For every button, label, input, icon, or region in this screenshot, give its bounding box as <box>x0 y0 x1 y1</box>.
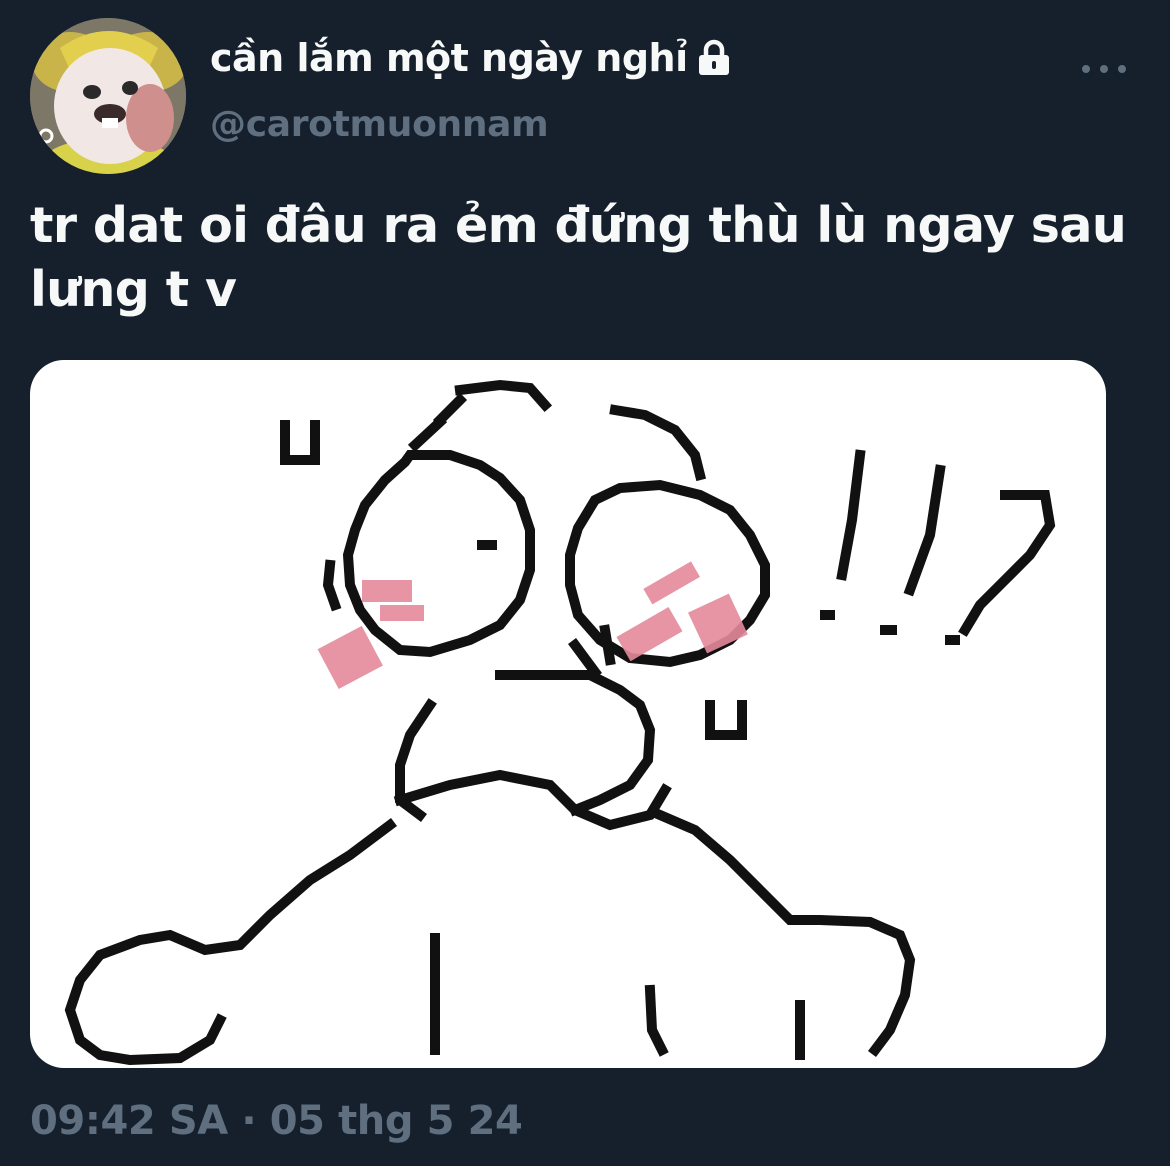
tweet-date[interactable]: 05 thg 5 24 <box>270 1098 523 1144</box>
tweet-text: tr dat oi đâu ra ẻm đứng thù lù ngay sau… <box>30 197 1127 318</box>
tweet-time[interactable]: 09:42 SA <box>30 1098 228 1144</box>
more-horizontal-icon[interactable] <box>1082 52 1126 86</box>
avatar[interactable] <box>30 18 186 174</box>
display-name[interactable]: cần lắm một ngày nghỉ <box>210 36 736 80</box>
more-dot <box>1100 65 1108 73</box>
user-handle[interactable]: @carotmuonnam <box>210 104 549 145</box>
tweet-timestamp[interactable]: 09:42 SA · 05 thg 5 24 <box>30 1098 523 1144</box>
more-dot <box>1118 65 1126 73</box>
lock-icon <box>692 36 736 80</box>
display-name-text[interactable]: cần lắm một ngày nghỉ <box>210 36 688 80</box>
tweet-media-image[interactable] <box>30 360 1106 1068</box>
more-dot <box>1082 65 1090 73</box>
timestamp-separator: · <box>227 1098 270 1144</box>
pixel-drawing-illustration <box>64 379 1056 1066</box>
